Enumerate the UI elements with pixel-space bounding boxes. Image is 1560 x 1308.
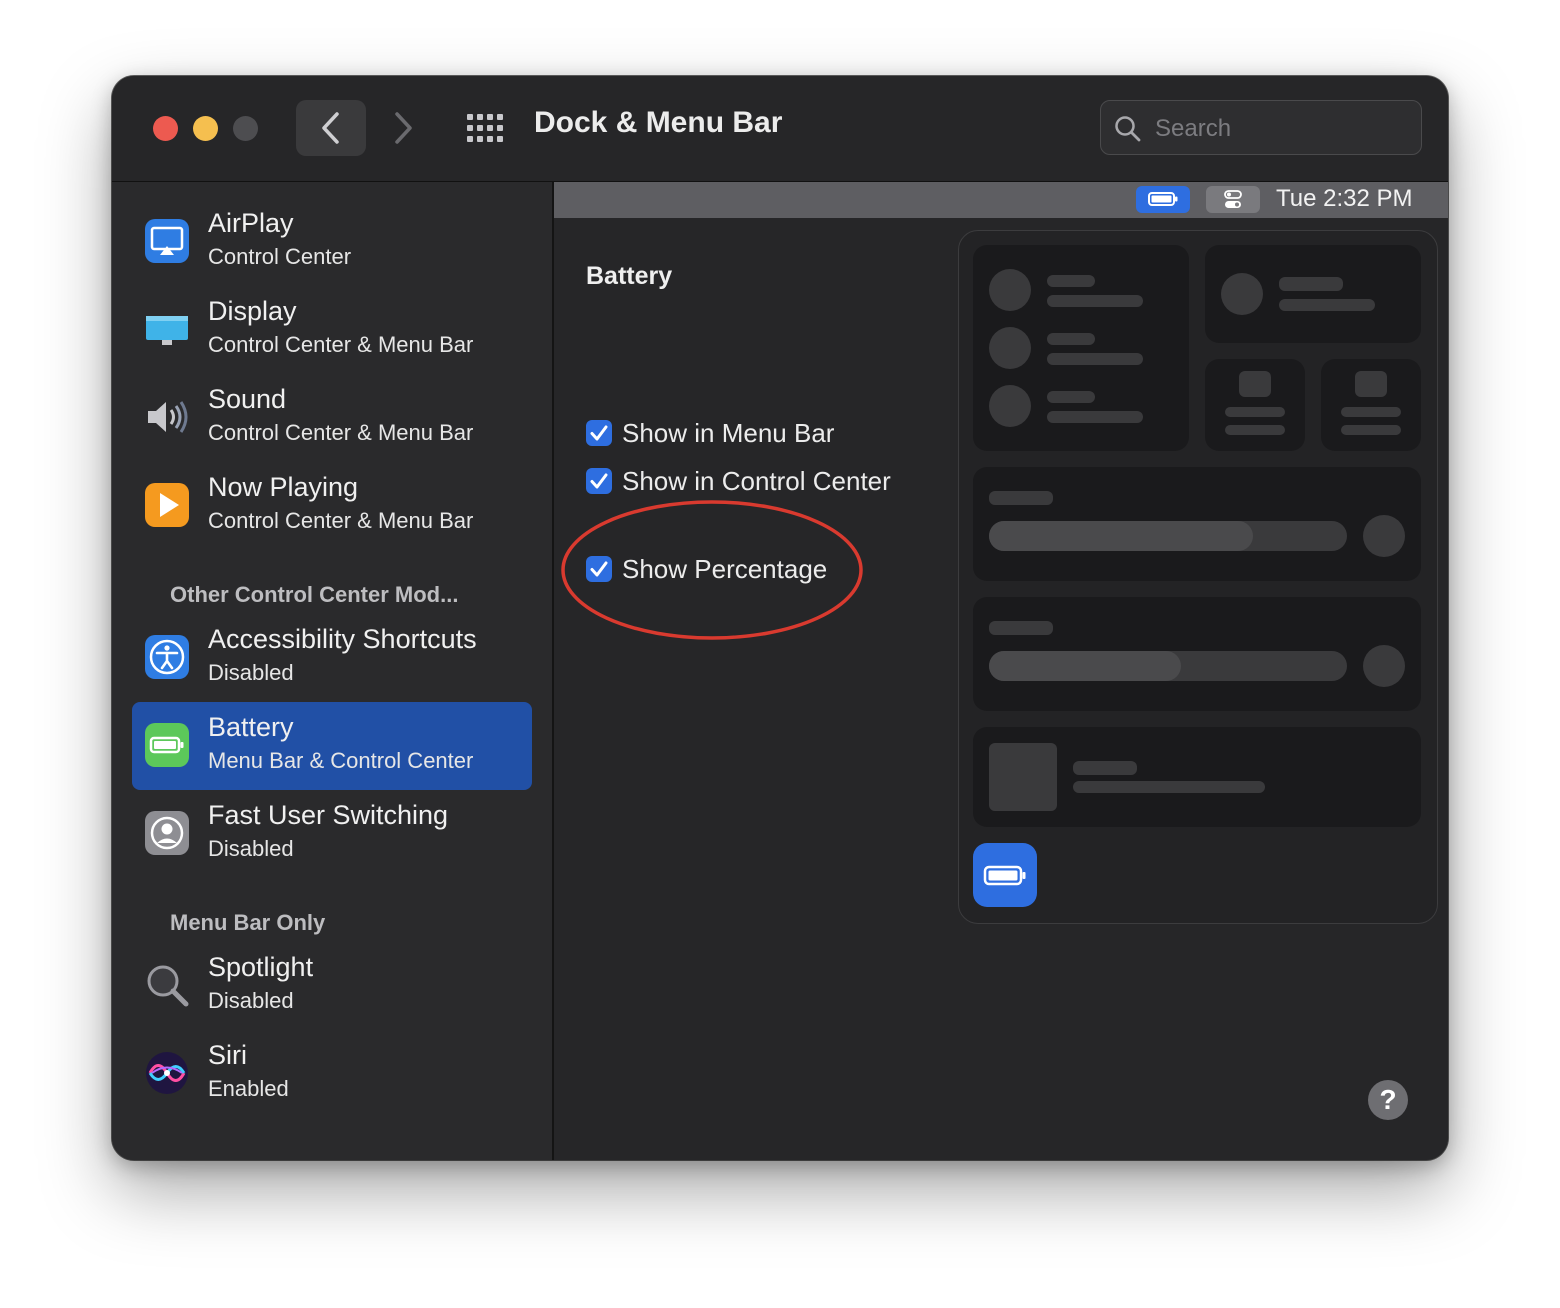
sidebar-item-subtitle: Control Center & Menu Bar	[208, 420, 474, 445]
chevron-right-icon	[395, 112, 412, 144]
sidebar-item-name: Now Playing	[208, 472, 359, 502]
sidebar-item-subtitle: Control Center & Menu Bar	[208, 332, 474, 357]
system-preferences-window: Dock & Menu Bar AirPlay Control Center	[112, 76, 1448, 1160]
menu-bar-preview: Tue 2:32 PM	[554, 182, 1448, 218]
sidebar-item-subtitle: Enabled	[208, 1076, 289, 1101]
battery-module-preview	[973, 843, 1037, 907]
sidebar-item-now-playing[interactable]: Now Playing Control Center & Menu Bar	[132, 462, 532, 550]
sidebar-item-battery[interactable]: Battery Menu Bar & Control Center	[132, 702, 532, 790]
sidebar-item-accessibility-shortcuts[interactable]: Accessibility Shortcuts Disabled	[132, 614, 532, 702]
battery-icon	[983, 865, 1026, 886]
show-all-grid-icon[interactable]	[466, 113, 504, 143]
preview-tile	[973, 727, 1421, 827]
sidebar-item-subtitle: Control Center & Menu Bar	[208, 508, 474, 533]
sidebar-item-name: Fast User Switching	[208, 800, 449, 830]
airplay-icon	[145, 219, 189, 263]
menu-bar-clock: Tue 2:32 PM	[1276, 185, 1413, 212]
siri-icon	[146, 1052, 188, 1094]
sidebar-item-subtitle: Disabled	[208, 988, 294, 1013]
preview-tile	[973, 597, 1421, 711]
preview-tile	[1321, 359, 1421, 451]
battery-settings-panel: Tue 2:32 PM Battery Show in Menu Bar Sho…	[554, 182, 1448, 1160]
search-input[interactable]	[1153, 111, 1407, 147]
display-icon	[146, 316, 188, 345]
speaker-icon	[148, 401, 188, 433]
search-field[interactable]	[1100, 100, 1422, 155]
control-center-preview	[958, 230, 1438, 924]
sidebar-item-spotlight[interactable]: Spotlight Disabled	[132, 942, 532, 1030]
preview-tile	[1205, 245, 1421, 343]
show-in-control-center-checkbox[interactable]	[586, 468, 612, 494]
sidebar-item-subtitle: Disabled	[208, 836, 294, 861]
section-title: Battery	[586, 262, 673, 290]
battery-icon	[145, 723, 189, 767]
sidebar-item-name: Display	[208, 296, 297, 326]
checkbox-label: Show in Control Center	[622, 466, 891, 496]
chevron-left-icon	[322, 112, 339, 144]
help-button[interactable]: ?	[1368, 1080, 1408, 1120]
section-header-other-modules: Other Control Center Mod...	[170, 582, 459, 607]
checkmark-icon	[590, 473, 608, 489]
show-in-menu-bar-checkbox[interactable]	[586, 420, 612, 446]
search-icon	[1115, 116, 1141, 142]
window-title: Dock & Menu Bar	[534, 106, 783, 139]
section-header-menu-bar-only: Menu Bar Only	[170, 910, 326, 935]
checkbox-label: Show in Menu Bar	[622, 418, 835, 448]
sidebar-item-name: Battery	[208, 712, 294, 742]
preview-tile	[973, 467, 1421, 581]
sidebar-item-siri[interactable]: Siri Enabled	[132, 1030, 532, 1118]
sidebar-item-subtitle: Disabled	[208, 660, 294, 685]
battery-icon	[1148, 192, 1178, 206]
back-button[interactable]	[296, 100, 366, 156]
battery-menu-extra[interactable]	[1136, 186, 1190, 213]
title-bar: Dock & Menu Bar	[112, 76, 1448, 182]
sidebar-item-fast-user-switching[interactable]: Fast User Switching Disabled	[132, 790, 532, 878]
annotation-ellipse	[561, 500, 863, 640]
accessibility-icon	[145, 635, 189, 679]
sidebar-item-sound[interactable]: Sound Control Center & Menu Bar	[132, 374, 532, 462]
forward-button[interactable]	[368, 100, 438, 156]
sidebar-item-airplay[interactable]: AirPlay Control Center	[132, 198, 532, 286]
sidebar-item-name: Siri	[208, 1040, 247, 1070]
sidebar-item-name: Spotlight	[208, 952, 314, 982]
zoom-window-button[interactable]	[233, 116, 258, 141]
sidebar: AirPlay Control Center Display Control C…	[112, 182, 554, 1160]
sidebar-item-subtitle: Control Center	[208, 244, 352, 269]
control-center-icon	[1224, 190, 1242, 208]
magnifier-icon	[147, 965, 189, 1007]
sidebar-item-display[interactable]: Display Control Center & Menu Bar	[132, 286, 532, 374]
sidebar-item-subtitle: Menu Bar & Control Center	[208, 748, 474, 773]
preview-tile	[973, 245, 1189, 451]
sidebar-item-name: Sound	[208, 384, 287, 414]
play-icon	[145, 483, 189, 527]
checkmark-icon	[590, 425, 608, 441]
control-center-menu-extra[interactable]	[1206, 186, 1260, 213]
preview-tile	[1205, 359, 1305, 451]
minimize-window-button[interactable]	[193, 116, 218, 141]
close-window-button[interactable]	[153, 116, 178, 141]
sidebar-item-name: AirPlay	[208, 208, 294, 238]
sidebar-item-name: Accessibility Shortcuts	[208, 624, 477, 654]
user-icon	[145, 811, 189, 855]
